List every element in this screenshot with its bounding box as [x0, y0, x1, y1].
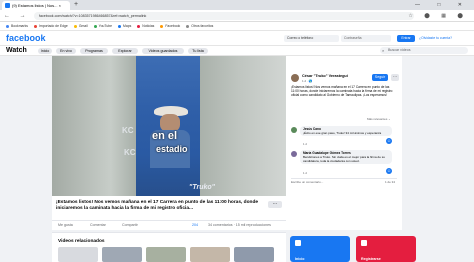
more-options-button[interactable]: ...	[268, 201, 282, 208]
bookmark-favicon-icon	[118, 24, 121, 28]
bookmark-favicon-icon	[6, 24, 9, 28]
related-video-thumbnail[interactable]	[102, 247, 142, 262]
comment-meta: 1 d	[303, 171, 307, 175]
post-actions-bar: Me gusta Comentar Compartir 204 34 comen…	[52, 220, 286, 230]
bookmark-favicon-icon	[186, 24, 190, 28]
bookmark-favicon-icon	[93, 24, 97, 28]
browser-tab-bar: (9) Estamos listos | Nos... × + — □ ✕	[0, 0, 474, 10]
bookmark-item[interactable]: Maps	[118, 22, 131, 30]
video-signature: "Truko"	[189, 184, 215, 191]
bookmark-item[interactable]: Facebook	[160, 22, 180, 30]
comment-text: ¡Éxito en ese gran paso, Truko! 34 mil á…	[303, 131, 382, 135]
related-video-thumbnail[interactable]	[146, 247, 186, 262]
tab-explorar[interactable]: Explorar	[112, 48, 138, 54]
bookmark-favicon-icon	[73, 24, 77, 28]
card-icon	[361, 240, 367, 246]
comment-meta: 1 d	[303, 142, 307, 146]
bookmark-favicon-icon	[160, 24, 164, 28]
tab-videos-guardados[interactable]: Videos guardados	[142, 48, 184, 54]
video-overlay-line-1: en el	[152, 130, 178, 142]
watch-title: Watch	[6, 47, 27, 54]
password-field[interactable]: Contraseña	[341, 35, 391, 42]
video-side-text-1: KC	[122, 126, 134, 135]
card-registrarse[interactable]: Registrarse	[356, 236, 416, 262]
tab-title: (9) Estamos listos | Nos... ×	[12, 3, 61, 8]
comment-bubble: Jesús Cano ¡Éxito en ese gran paso, Truk…	[300, 126, 392, 136]
related-videos-title: Videos relacionados	[58, 239, 105, 244]
tab-tu-lista[interactable]: Tu lista	[188, 48, 208, 54]
bookmark-item[interactable]: Gmail	[73, 22, 88, 30]
follow-button[interactable]: Seguir	[372, 74, 388, 81]
facebook-logo[interactable]: facebook	[6, 33, 46, 43]
author-name[interactable]: César "Truko" Verastegui	[302, 74, 348, 78]
comment-avatar[interactable]	[291, 127, 297, 133]
video-player[interactable]: KC KC en el estadio "Truko"	[52, 56, 286, 196]
video-side-text-2: KC	[124, 148, 136, 157]
comment-avatar[interactable]	[291, 151, 297, 157]
card-label: Inicio	[295, 257, 305, 261]
browser-tab[interactable]: (9) Estamos listos | Nos... ×	[2, 1, 70, 10]
url-field[interactable]: facebook.com/watch/?v=1083571986466857&r…	[34, 12, 414, 20]
bookmark-item[interactable]: Otros favoritos	[186, 22, 213, 30]
tab-inicio[interactable]: Inicio	[38, 48, 52, 54]
post-date: 1 d · 🌎	[302, 79, 313, 83]
related-video-thumbnail[interactable]	[234, 247, 274, 262]
comment-bubble: María Guadalupe Gómez Torres Bendiciones…	[300, 150, 392, 164]
related-video-thumbnail[interactable]	[58, 247, 98, 262]
window-controls[interactable]: — □ ✕	[415, 0, 470, 10]
reactions-count[interactable]: 204	[192, 221, 198, 230]
post-body: ¡Estamos listos! Nos vemos mañana en el …	[291, 85, 393, 97]
like-button[interactable]: Me gusta	[58, 221, 73, 230]
like-reaction-icon: ☺	[386, 138, 392, 144]
comments-count[interactable]: 34 comentarios · 15 mil reproducciones	[208, 221, 271, 230]
tab-programas[interactable]: Programas	[80, 48, 108, 54]
video-search-input[interactable]: ⌕ Buscar videos	[380, 47, 468, 54]
extension-icons[interactable]: ☆ ⬤ ▦ ⬤	[408, 10, 468, 22]
comment-count: 1 de 34	[384, 180, 395, 184]
comment-button[interactable]: Comentar	[90, 221, 106, 230]
post-more-button[interactable]: ···	[391, 74, 399, 81]
login-button[interactable]: Entrar	[397, 35, 415, 42]
forgot-account-link[interactable]: ¿Olvidaste tu cuenta?	[419, 35, 452, 42]
comment-placeholder: Escribe un comentario...	[291, 180, 324, 184]
avatar[interactable]	[291, 74, 299, 82]
comment-input[interactable]: Escribe un comentario... 1 de 34	[291, 178, 397, 184]
share-button[interactable]: Compartir	[122, 221, 138, 230]
new-tab-button[interactable]: +	[74, 0, 78, 10]
bookmark-favicon-icon	[137, 24, 141, 28]
bookmark-item[interactable]: YouTube	[93, 22, 112, 30]
bookmarks-bar: Bookmarks Importado de Edge Gmail YouTube Ma…	[0, 22, 474, 31]
bookmark-item[interactable]: Bookmarks	[6, 22, 28, 30]
tab-en-vivo[interactable]: En vivo	[56, 48, 76, 54]
card-icon	[295, 240, 301, 246]
related-video-thumbnail[interactable]	[190, 247, 230, 262]
comment-text: Bendiciones a Truko. Sin duda es el mejo…	[303, 155, 385, 163]
email-field[interactable]: Correo o teléfono	[284, 35, 339, 42]
card-inicio[interactable]: Inicio	[290, 236, 350, 262]
card-label: Registrarse	[361, 257, 381, 261]
like-reaction-icon: ☺	[386, 168, 392, 174]
comment-sort-dropdown[interactable]: Más relevantes ⌄	[367, 117, 391, 121]
search-placeholder: Buscar videos	[388, 48, 411, 52]
bookmark-favicon-icon	[33, 24, 37, 28]
video-overlay-line-2: estadio	[156, 144, 188, 154]
bookmark-item[interactable]: Noticias	[137, 22, 154, 30]
search-icon: ⌕	[382, 48, 385, 53]
facebook-favicon-icon	[5, 3, 10, 8]
video-caption: ¡Estamos listos! Nos vemos mañana en el …	[52, 196, 286, 220]
bookmark-item[interactable]: Importado de Edge	[33, 22, 68, 30]
